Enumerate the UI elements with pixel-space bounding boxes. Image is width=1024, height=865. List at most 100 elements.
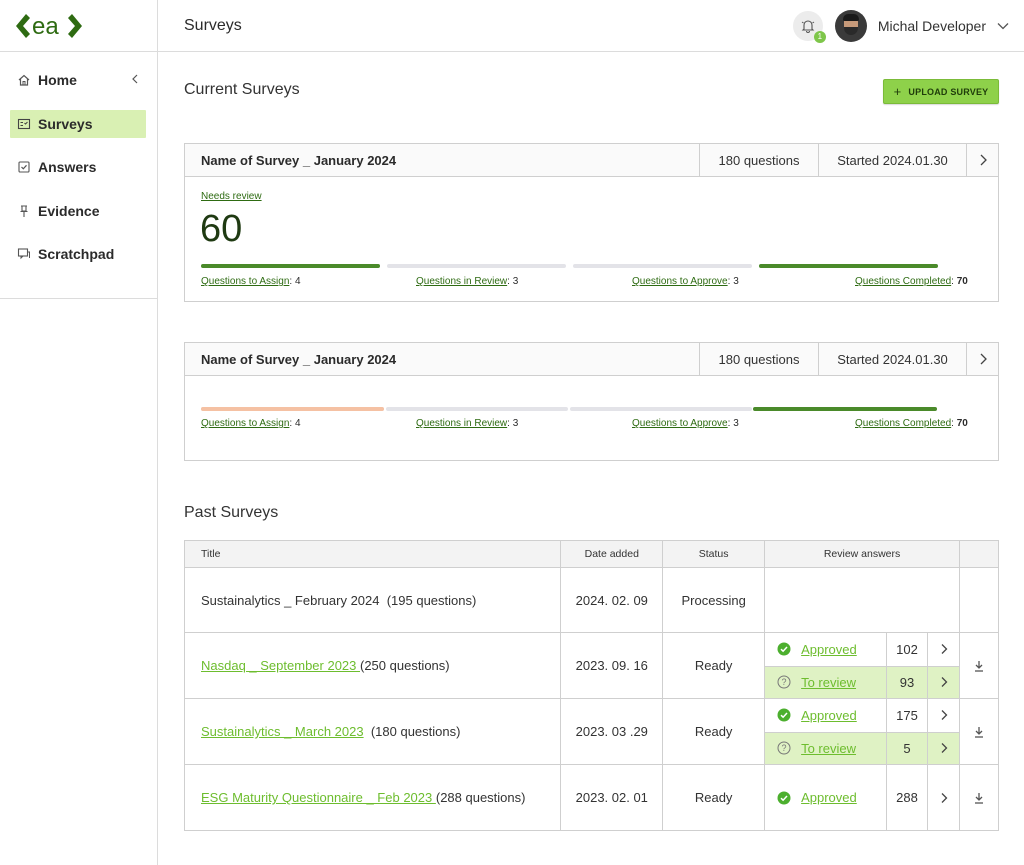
download-cell — [959, 764, 999, 831]
survey-title-link[interactable]: Nasdaq _ September 2023 — [201, 658, 360, 673]
card-header: Name of Survey _ January 2024 180 questi… — [185, 343, 998, 376]
open-survey-button[interactable] — [966, 144, 998, 176]
survey-title-link[interactable]: ESG Maturity Questionnaire _ Feb 2023 — [201, 790, 436, 805]
open-approved-button[interactable] — [927, 699, 959, 732]
chevron-right-icon — [941, 743, 947, 754]
chevron-right-icon — [941, 644, 947, 655]
approved-row: Approved 102 — [765, 633, 959, 666]
question-circle-icon: ? — [777, 741, 791, 755]
survey-question-count: (195 questions) — [386, 592, 477, 608]
table-header: Title Date added Status Review answers — [183, 540, 999, 568]
to-review-row: ? To review 5 — [765, 731, 960, 764]
chevron-right-icon — [941, 792, 947, 803]
open-approved-button[interactable] — [927, 633, 959, 666]
notifications-button[interactable]: 1 — [792, 11, 826, 43]
top-bar: Surveys 1 Michal Developer — [158, 0, 1024, 52]
upload-survey-button[interactable]: + UPLOAD SURVEY — [883, 79, 999, 104]
started-date: Started 2024.01.30 — [818, 343, 966, 375]
needs-review-link[interactable]: Needs review — [201, 191, 262, 202]
brand-logo-icon: ea — [16, 13, 82, 40]
avatar[interactable] — [834, 10, 867, 42]
stat-label[interactable]: Questions Completed — [855, 418, 951, 429]
sidebar-item-scratchpad[interactable]: Scratchpad — [10, 240, 146, 268]
logo[interactable]: ea — [0, 0, 157, 52]
download-button[interactable] — [960, 659, 998, 673]
download-button[interactable] — [960, 725, 998, 739]
open-survey-button[interactable] — [966, 343, 998, 375]
download-cell — [959, 567, 999, 633]
assign-progress-bar — [201, 407, 384, 411]
main-content: Current Surveys + UPLOAD SURVEY Name of … — [158, 52, 1024, 865]
status: Ready — [662, 632, 766, 699]
chevron-down-icon[interactable] — [996, 19, 1010, 33]
survey-question-count: (180 questions) — [370, 724, 461, 739]
svg-text:?: ? — [782, 743, 787, 753]
needs-review-count: 60 — [200, 208, 243, 250]
card-header: Name of Survey _ January 2024 180 questi… — [185, 144, 998, 177]
stat-value: 4 — [294, 418, 301, 429]
past-surveys-table: Title Date added Status Review answers S… — [183, 540, 999, 831]
survey-question-count: (288 questions) — [435, 790, 526, 805]
date-added: 2024. 02. 09 — [560, 567, 664, 633]
download-icon — [975, 792, 983, 804]
collapse-sidebar-icon[interactable] — [128, 72, 142, 86]
sidebar-item-home[interactable]: Home — [10, 66, 146, 94]
download-cell — [959, 632, 999, 699]
to-review-link[interactable]: To review — [801, 741, 856, 756]
svg-text:?: ? — [782, 677, 787, 687]
stat-in-review: Questions in Review: 3 — [416, 418, 519, 429]
stat-label[interactable]: Questions to Approve — [632, 418, 728, 429]
download-button[interactable] — [960, 791, 998, 805]
completed-progress-bar — [753, 407, 937, 411]
survey-name: Name of Survey _ January 2024 — [201, 351, 397, 367]
upload-survey-label: UPLOAD SURVEY — [908, 86, 989, 97]
open-approved-button[interactable] — [927, 765, 959, 830]
past-surveys-heading: Past Surveys — [184, 504, 279, 521]
sidebar-item-surveys[interactable]: Surveys — [10, 109, 146, 138]
review-answers-cell: Approved 175 ? To review 5 — [764, 698, 961, 765]
stat-value: 3 — [733, 418, 739, 429]
chevron-right-icon — [980, 154, 987, 166]
to-review-count: 93 — [886, 666, 927, 698]
survey-icon — [16, 116, 32, 132]
stat-label[interactable]: Questions to Assign — [201, 276, 289, 287]
sidebar: ea Home Surveys Answers Evidence Scratch… — [0, 0, 158, 865]
approved-link[interactable]: Approved — [801, 708, 857, 723]
chat-icon — [16, 246, 32, 262]
user-name[interactable]: Michal Developer — [878, 18, 986, 34]
date-added: 2023. 02. 01 — [560, 764, 664, 831]
stat-label[interactable]: Questions Completed — [855, 276, 951, 287]
open-review-button[interactable] — [927, 666, 959, 698]
to-review-count: 5 — [886, 732, 927, 764]
survey-title-link[interactable]: Sustainalytics _ March 2023 — [201, 724, 364, 739]
check-circle-icon — [777, 791, 791, 805]
assign-progress-bar — [201, 264, 380, 268]
stat-label[interactable]: Questions to Approve — [632, 276, 728, 287]
table-row: ESG Maturity Questionnaire _ Feb 2023 (2… — [183, 764, 999, 831]
stat-label[interactable]: Questions to Assign — [201, 418, 289, 429]
stat-label[interactable]: Questions in Review — [416, 276, 507, 287]
sidebar-item-answers[interactable]: Answers — [10, 153, 146, 181]
stat-label[interactable]: Questions in Review — [416, 418, 507, 429]
home-icon — [16, 72, 32, 88]
sidebar-item-label: Scratchpad — [38, 246, 115, 262]
approved-count: 288 — [886, 765, 927, 830]
stat-value: 3 — [512, 418, 519, 429]
approved-link[interactable]: Approved — [801, 642, 857, 657]
stat-completed: Questions Completed: 70 — [855, 276, 968, 287]
stat-in-review: Questions in Review: 3 — [416, 276, 519, 287]
sidebar-item-evidence[interactable]: Evidence — [10, 197, 146, 225]
stat-value: 3 — [733, 276, 739, 287]
open-review-button[interactable] — [927, 732, 959, 764]
approved-count: 102 — [886, 633, 927, 666]
survey-title: Sustainalytics _ February 2024 — [201, 592, 380, 608]
column-header: Date added — [560, 540, 664, 568]
svg-text:ea: ea — [32, 13, 59, 40]
column-header: Review answers — [764, 540, 961, 568]
table-row: Sustainalytics _ February 2024 (195 ques… — [183, 567, 999, 633]
review-progress-bar — [386, 407, 568, 411]
survey-title-cell: Sustainalytics _ March 2023 (180 questio… — [183, 698, 562, 765]
bell-icon — [801, 20, 815, 33]
approved-link[interactable]: Approved — [801, 790, 857, 805]
to-review-link[interactable]: To review — [801, 675, 856, 690]
